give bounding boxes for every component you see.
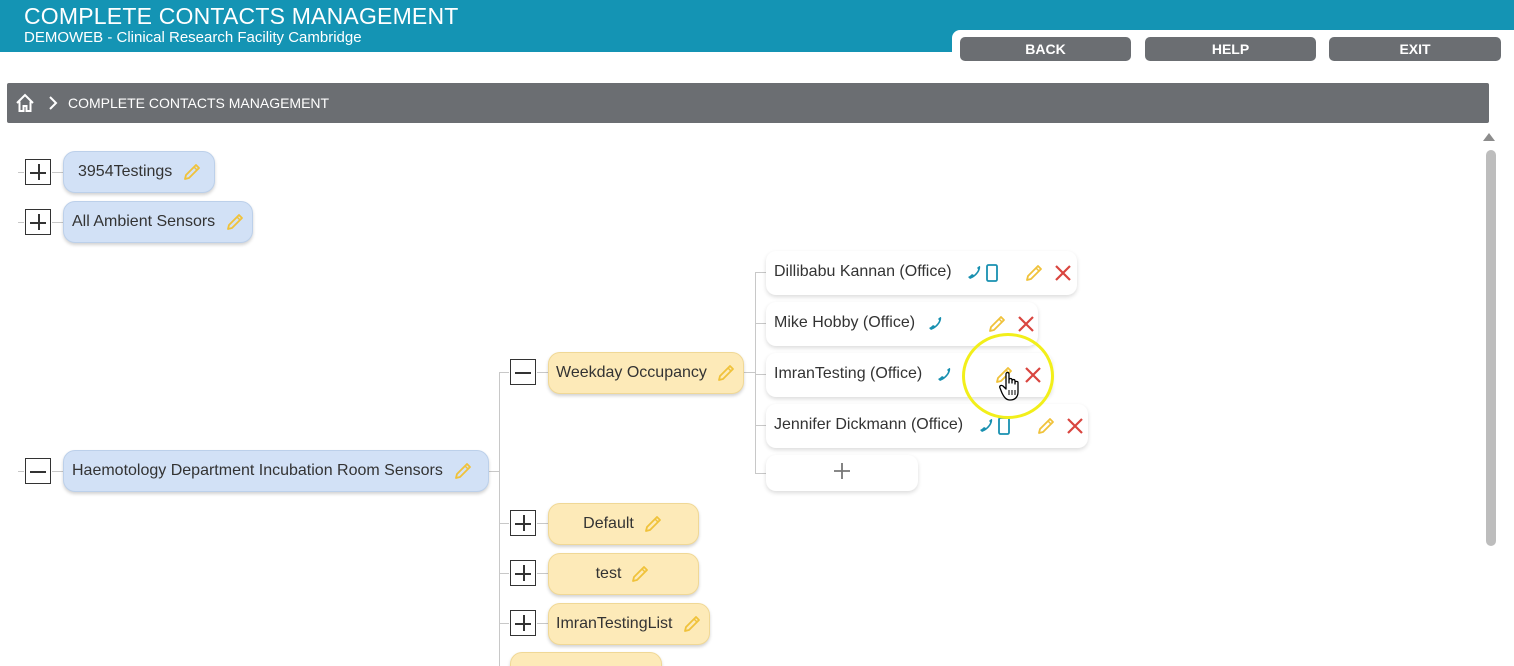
- tree-connector: [499, 372, 500, 666]
- group-node[interactable]: 3954Testings: [63, 151, 215, 193]
- contact-label: Dillibabu Kannan (Office): [774, 263, 952, 280]
- tree-connector: [755, 272, 756, 473]
- edit-pencil-icon[interactable]: [986, 313, 1008, 335]
- mobile-icon: [985, 262, 999, 284]
- tree-connector: [499, 623, 509, 624]
- tree-connector: [755, 272, 766, 273]
- tree-connector: [18, 222, 24, 223]
- schedule-node[interactable]: test: [548, 553, 699, 595]
- page-title: COMPLETE CONTACTS MANAGEMENT: [24, 3, 459, 29]
- expand-toggle[interactable]: [510, 510, 536, 536]
- collapse-toggle[interactable]: [510, 359, 536, 385]
- group-label: Haemotology Department Incubation Room S…: [72, 462, 443, 479]
- tree-connector: [52, 471, 63, 472]
- collapse-toggle[interactable]: [25, 458, 51, 484]
- tree-connector: [499, 573, 509, 574]
- tree-connector: [52, 222, 63, 223]
- scrollbar-thumb[interactable]: [1486, 150, 1496, 546]
- exit-button[interactable]: EXIT: [1329, 37, 1501, 61]
- contact-item[interactable]: ImranTesting (Office): [766, 353, 1052, 397]
- expand-toggle[interactable]: [25, 209, 51, 235]
- group-node[interactable]: All Ambient Sensors: [63, 201, 253, 243]
- schedule-node[interactable]: ImranTestingList: [548, 603, 710, 645]
- back-button[interactable]: BACK: [960, 37, 1131, 61]
- tree-connector: [537, 372, 548, 373]
- chevron-right-icon: [48, 93, 60, 113]
- app-root: COMPLETE CONTACTS MANAGEMENT DEMOWEB - C…: [0, 0, 1514, 666]
- delete-icon[interactable]: [1065, 416, 1085, 436]
- delete-icon[interactable]: [1016, 314, 1036, 334]
- tree-connector: [18, 172, 24, 173]
- group-label: 3954Testings: [78, 163, 173, 180]
- schedule-label: Weekday Occupancy: [556, 364, 707, 381]
- edit-pencil-icon[interactable]: [1035, 415, 1057, 437]
- schedule-node-partial[interactable]: [510, 652, 662, 666]
- scroll-up-arrow[interactable]: [1483, 133, 1495, 141]
- edit-pencil-icon[interactable]: [629, 563, 651, 585]
- contact-label: ImranTesting (Office): [774, 365, 923, 382]
- group-node[interactable]: Haemotology Department Incubation Room S…: [63, 450, 489, 492]
- edit-pencil-icon[interactable]: [452, 460, 474, 482]
- breadcrumb: COMPLETE CONTACTS MANAGEMENT: [7, 83, 1489, 123]
- edit-pencil-icon[interactable]: [224, 211, 246, 233]
- edit-pencil-icon[interactable]: [181, 161, 203, 183]
- schedule-node[interactable]: Default: [548, 503, 699, 545]
- expand-toggle[interactable]: [510, 560, 536, 586]
- page-subtitle: DEMOWEB - Clinical Research Facility Cam…: [24, 29, 362, 46]
- contact-label: Jennifer Dickmann (Office): [774, 416, 964, 433]
- tree-connector: [744, 372, 755, 373]
- mobile-icon: [997, 415, 1011, 437]
- group-label: All Ambient Sensors: [72, 213, 216, 230]
- phone-icon: [966, 262, 984, 284]
- phone-icon: [936, 364, 954, 386]
- expand-toggle[interactable]: [510, 610, 536, 636]
- help-button[interactable]: HELP: [1145, 37, 1316, 61]
- edit-pencil-icon[interactable]: [1023, 262, 1045, 284]
- home-icon[interactable]: [14, 92, 36, 114]
- tree-connector: [537, 523, 548, 524]
- tree-connector: [537, 573, 548, 574]
- add-icon: [832, 461, 852, 486]
- edit-pencil-icon[interactable]: [642, 513, 664, 535]
- tree-connector: [52, 172, 63, 173]
- contact-label: Mike Hobby (Office): [774, 314, 916, 331]
- schedule-label: ImranTestingList: [556, 615, 673, 632]
- edit-pencil-icon[interactable]: [993, 364, 1015, 386]
- tree-connector: [499, 523, 509, 524]
- tree-connector: [755, 323, 766, 324]
- schedule-node[interactable]: Weekday Occupancy: [548, 352, 744, 394]
- contact-item[interactable]: Dillibabu Kannan (Office): [766, 251, 1077, 295]
- edit-pencil-icon[interactable]: [681, 613, 703, 635]
- contact-item[interactable]: Jennifer Dickmann (Office): [766, 404, 1088, 448]
- tree-connector: [18, 471, 24, 472]
- tree-connector: [499, 372, 509, 373]
- contact-item[interactable]: Mike Hobby (Office): [766, 302, 1038, 346]
- tree-connector: [755, 374, 766, 375]
- tree-connector: [537, 623, 548, 624]
- delete-icon[interactable]: [1023, 365, 1043, 385]
- expand-toggle[interactable]: [25, 159, 51, 185]
- delete-icon[interactable]: [1053, 263, 1073, 283]
- phone-icon: [978, 415, 996, 437]
- phone-icon: [927, 313, 945, 335]
- tree-connector: [755, 425, 766, 426]
- add-contact-button[interactable]: [766, 455, 918, 491]
- schedule-label: test: [595, 565, 622, 582]
- tree-connector: [755, 473, 766, 474]
- schedule-label: Default: [583, 515, 634, 532]
- edit-pencil-icon[interactable]: [715, 362, 737, 384]
- breadcrumb-current: COMPLETE CONTACTS MANAGEMENT: [68, 95, 330, 111]
